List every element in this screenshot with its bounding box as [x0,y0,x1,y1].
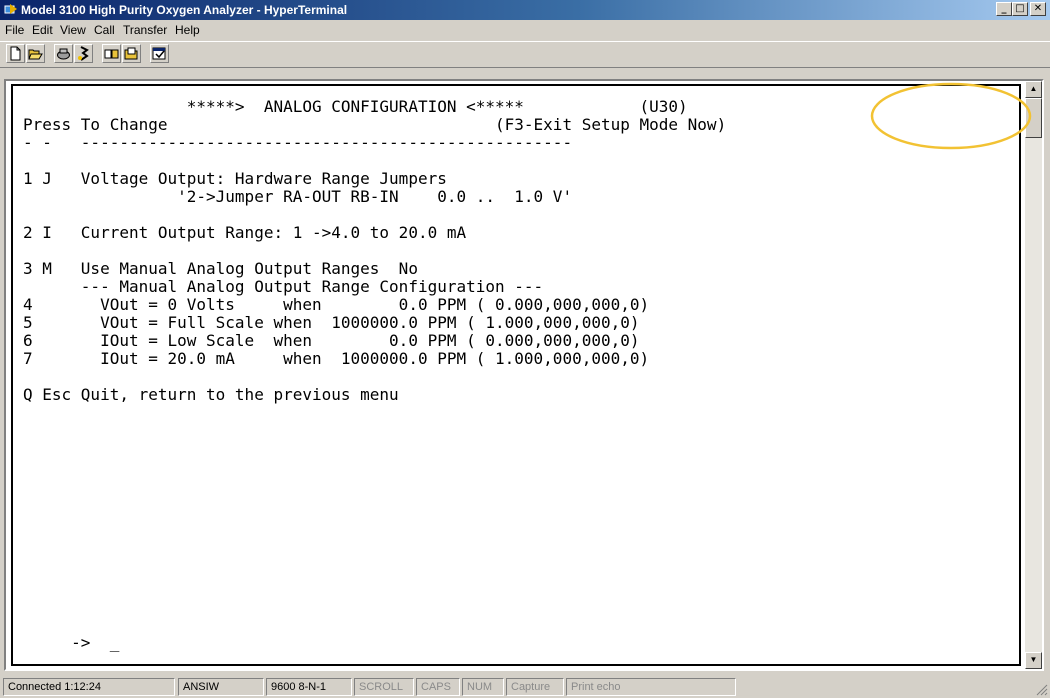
menu-view[interactable]: View [60,23,86,37]
terminal-line: Q Esc Quit, return to the previous menu [23,385,399,404]
terminal-line: 3 M Use Manual Analog Output Ranges No [23,259,418,278]
open-button[interactable] [26,44,45,63]
resize-grip-icon[interactable] [1036,684,1048,696]
close-icon: ✕ [1033,3,1043,14]
disconnect-icon [57,48,70,60]
open-icon [28,49,43,60]
status-num: NUM [462,678,504,696]
receive-button[interactable] [122,44,141,63]
maximize-icon: □ [1015,3,1025,14]
connect-icon [78,46,89,61]
scroll-thumb[interactable] [1025,98,1042,138]
terminal-line: Press To Change (F3-Exit Setup Mode Now) [23,115,727,134]
status-connection: Connected 1:12:24 [3,678,175,696]
menu-file[interactable]: File [5,23,24,37]
connect-button[interactable] [74,44,93,63]
send-button[interactable] [102,44,121,63]
hyperterminal-window: Model 3100 High Purity Oxygen Analyzer -… [0,0,1050,698]
new-connection-button[interactable] [6,44,25,63]
hyperterminal-app-icon[interactable] [4,3,18,16]
close-button[interactable]: ✕ [1030,2,1046,16]
status-caps: CAPS [416,678,460,696]
window-title: Model 3100 High Purity Oxygen Analyzer -… [21,3,348,17]
status-scroll: SCROLL [354,678,414,696]
status-bar: Connected 1:12:24 ANSIW 9600 8-N-1 SCROL… [0,676,1050,698]
terminal-line: 2 I Current Output Range: 1 ->4.0 to 20.… [23,223,467,242]
terminal-line: 4 VOut = 0 Volts when 0.0 PPM ( 0.000,00… [23,295,650,314]
terminal-line: 5 VOut = Full Scale when 1000000.0 PPM (… [23,313,640,332]
terminal-line: '2->Jumper RA-OUT RB-IN 0.0 .. 1.0 V' [23,187,573,206]
status-capture: Capture [506,678,564,696]
menu-bar: File Edit View Call Transfer Help [0,20,1050,40]
title-bar[interactable]: Model 3100 High Purity Oxygen Analyzer -… [0,0,1050,20]
status-print-echo: Print echo [566,678,736,696]
properties-button[interactable] [150,44,169,63]
scroll-down-button[interactable]: ▼ [1025,652,1042,669]
terminal-screen[interactable]: *****> ANALOG CONFIGURATION <***** (U30)… [11,84,1021,666]
terminal-line: 6 IOut = Low Scale when 0.0 PPM ( 0.000,… [23,331,640,350]
maximize-button[interactable]: □ [1012,2,1028,16]
scroll-up-icon: ▲ [1029,84,1038,93]
terminal-line: --- Manual Analog Output Range Configura… [23,277,544,296]
minimize-button[interactable]: _ [996,2,1012,16]
scroll-down-icon: ▼ [1029,655,1038,664]
vertical-scrollbar[interactable]: ▲ ▼ [1025,81,1042,669]
toolbar [0,41,1050,68]
status-settings: 9600 8-N-1 [266,678,352,696]
terminal-line: 1 J Voltage Output: Hardware Range Jumpe… [23,169,447,188]
disconnect-button[interactable] [54,44,73,63]
properties-icon [152,47,166,60]
new-icon [10,46,21,61]
menu-call[interactable]: Call [94,23,115,37]
terminal-frame: *****> ANALOG CONFIGURATION <***** (U30)… [4,79,1044,671]
menu-help[interactable]: Help [175,23,200,37]
receive-icon [124,47,138,60]
scroll-up-button[interactable]: ▲ [1025,81,1042,98]
menu-edit[interactable]: Edit [32,23,53,37]
send-icon [104,49,119,59]
status-emulation: ANSIW [178,678,264,696]
minimize-icon: _ [1001,3,1007,14]
terminal-prompt-line: -> _ [23,633,120,652]
terminal-line: *****> ANALOG CONFIGURATION <***** (U30) [23,97,688,116]
terminal-line: 7 IOut = 20.0 mA when 1000000.0 PPM ( 1.… [23,349,650,368]
menu-transfer[interactable]: Transfer [123,23,167,37]
terminal-line: - - ------------------------------------… [23,133,573,152]
